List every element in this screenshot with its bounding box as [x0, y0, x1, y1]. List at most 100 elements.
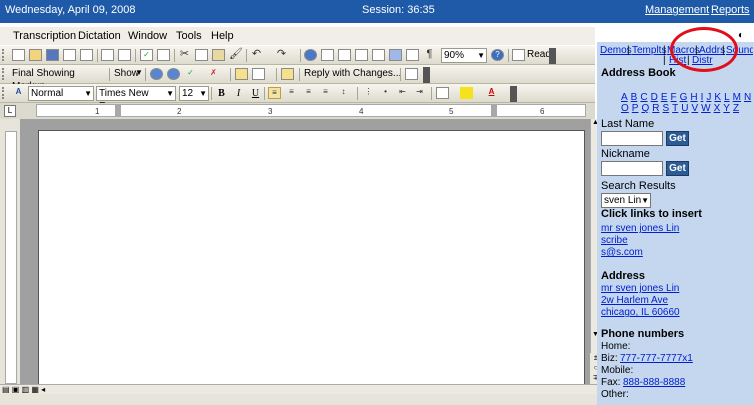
font-color-icon[interactable]: A — [485, 87, 498, 99]
reply-with-changes-button[interactable]: Reply with Changes... — [304, 68, 401, 79]
pilcrow-icon[interactable]: ¶ — [423, 49, 436, 61]
letter-link-h[interactable]: H — [690, 92, 697, 103]
font-size-dropdown[interactable]: 12 ▼ — [179, 86, 209, 101]
underline-button[interactable]: U — [248, 86, 263, 101]
letter-link-y[interactable]: Y — [723, 103, 730, 114]
address-street-link[interactable]: 2w Harlem Ave — [601, 295, 668, 306]
letter-link-m[interactable]: M — [733, 92, 741, 103]
highlight-color-icon[interactable] — [460, 87, 473, 99]
toolbar-grip[interactable] — [2, 49, 7, 61]
email-link[interactable]: s@s.com — [601, 247, 643, 258]
document-map-icon[interactable] — [406, 49, 419, 61]
italic-button[interactable]: I — [231, 86, 246, 101]
columns-icon[interactable] — [372, 49, 385, 61]
title-link[interactable]: scribe — [601, 235, 628, 246]
address-city-link[interactable]: chicago, IL 60660 — [601, 307, 680, 318]
insert-table-icon[interactable] — [338, 49, 351, 61]
letter-link-p[interactable]: P — [632, 103, 639, 114]
get-last-name-button[interactable]: Get — [666, 131, 689, 146]
letter-link-k[interactable]: K — [714, 92, 721, 103]
accept-change-icon[interactable]: ✓ — [184, 68, 197, 80]
nickname-input[interactable] — [601, 161, 663, 176]
panel-toggle-icon[interactable]: ◐ — [738, 30, 744, 41]
menu-help[interactable]: Help — [211, 30, 234, 42]
letter-link-x[interactable]: X — [714, 103, 721, 114]
menu-dictation[interactable]: Dictation — [78, 30, 121, 42]
research-icon[interactable] — [157, 49, 170, 61]
bullets-icon[interactable]: • — [379, 87, 392, 99]
drawing-icon[interactable] — [389, 49, 402, 61]
new-document-icon[interactable] — [12, 49, 25, 61]
letter-link-e[interactable]: E — [661, 92, 668, 103]
letter-link-t[interactable]: T — [672, 103, 678, 114]
copy-icon[interactable] — [195, 49, 208, 61]
document-page[interactable] — [38, 130, 585, 392]
letter-link-a[interactable]: A — [621, 92, 628, 103]
print-icon[interactable] — [101, 49, 114, 61]
zoom-dropdown[interactable]: 90% ▼ — [441, 48, 487, 63]
view-buttons[interactable]: ▤ ▣ ▥ ▦ ◂ — [2, 386, 72, 394]
redo-icon[interactable]: ↷ — [275, 49, 288, 61]
insert-excel-icon[interactable] — [355, 49, 368, 61]
reject-change-icon[interactable]: ✗ — [207, 68, 220, 80]
markup-dropdown[interactable]: Final Showing Markup — [10, 67, 108, 92]
letter-link-r[interactable]: R — [652, 103, 659, 114]
letter-link-c[interactable]: C — [640, 92, 647, 103]
align-right-icon[interactable]: ≡ — [302, 87, 315, 99]
highlight-icon[interactable] — [252, 68, 265, 80]
line-spacing-icon[interactable]: ↕ — [337, 87, 350, 99]
justify-icon[interactable]: ≡ — [319, 87, 332, 99]
fax-link[interactable]: 888-888-8888 — [623, 377, 685, 388]
letter-link-n[interactable]: N — [744, 92, 751, 103]
menu-tools[interactable]: Tools — [176, 30, 202, 42]
right-indent-marker[interactable] — [491, 105, 497, 116]
tab-selector-icon[interactable]: L — [4, 105, 16, 117]
borders-icon[interactable] — [436, 87, 449, 99]
menu-transcription[interactable]: Transcription — [13, 30, 76, 42]
letter-link-g[interactable]: G — [680, 92, 688, 103]
spelling-icon[interactable]: ✓ — [140, 49, 153, 61]
save-icon[interactable] — [46, 49, 59, 61]
letter-link-l[interactable]: L — [724, 92, 730, 103]
management-link[interactable]: Management — [645, 4, 709, 16]
previous-change-icon[interactable] — [150, 68, 163, 80]
nav-templts[interactable]: Templts — [632, 45, 666, 56]
reviewing-pane-icon[interactable] — [405, 68, 418, 80]
name-link[interactable]: mr sven jones Lin — [601, 223, 679, 234]
email-icon[interactable] — [80, 49, 93, 61]
menu-window[interactable]: Window — [128, 30, 167, 42]
letter-link-s[interactable]: S — [662, 103, 669, 114]
letter-link-d[interactable]: D — [651, 92, 658, 103]
increase-indent-icon[interactable]: ⇥ — [413, 87, 426, 99]
open-folder-icon[interactable] — [29, 49, 42, 61]
letter-link-b[interactable]: B — [631, 92, 638, 103]
insert-comment-icon[interactable] — [235, 68, 248, 80]
letter-link-v[interactable]: V — [691, 103, 698, 114]
reports-link[interactable]: Reports — [711, 4, 750, 16]
read-button[interactable]: Read — [527, 49, 551, 60]
letter-link-o[interactable]: O — [621, 103, 629, 114]
last-name-input[interactable] — [601, 131, 663, 146]
get-nickname-button[interactable]: Get — [666, 161, 689, 176]
cut-icon[interactable]: ✂ — [178, 49, 191, 61]
format-painter-icon[interactable]: 🖌 — [229, 49, 243, 61]
tables-borders-icon[interactable] — [321, 49, 334, 61]
styles-icon[interactable]: A — [12, 87, 25, 99]
horizontal-scrollbar[interactable]: ▤ ▣ ▥ ▦ ◂ — [0, 384, 600, 394]
bold-button[interactable]: B — [214, 86, 229, 101]
search-results-select[interactable]: sven Lin ▼ — [601, 193, 651, 208]
print-preview-icon[interactable] — [118, 49, 131, 61]
letter-link-w[interactable]: W — [701, 103, 710, 114]
letter-link-q[interactable]: Q — [641, 103, 649, 114]
letter-link-j[interactable]: J — [706, 92, 711, 103]
biz-phone-link[interactable]: 777-777-7777x1 — [620, 353, 693, 364]
paste-icon[interactable] — [212, 49, 225, 61]
horizontal-ruler[interactable]: 1 2 3 4 5 6 — [36, 104, 586, 117]
numbering-icon[interactable]: ⋮ — [362, 87, 375, 99]
letter-link-f[interactable]: F — [670, 92, 676, 103]
address-name-link[interactable]: mr sven jones Lin — [601, 283, 679, 294]
letter-link-i[interactable]: I — [701, 92, 704, 103]
align-left-icon[interactable]: ≡ — [268, 87, 281, 99]
letter-link-z[interactable]: Z — [733, 103, 739, 114]
next-change-icon[interactable] — [167, 68, 180, 80]
